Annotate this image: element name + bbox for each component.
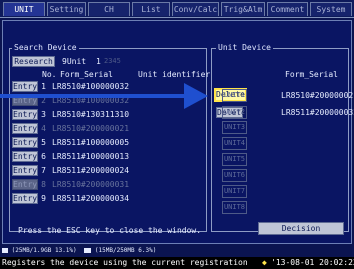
unit-device-title: Unit Device: [216, 43, 273, 52]
row-number: 3: [41, 110, 46, 119]
memory-status: (25MB/1.9GB 13.1%) (15MB/250MB 6.3%): [2, 246, 352, 256]
search-device-title: Search Device: [12, 43, 79, 52]
warning-icon: ◆: [262, 258, 267, 267]
unit-slot-1: UNIT1: [222, 89, 247, 102]
row-serial: LR8511#100000013: [52, 152, 130, 161]
row-serial: LR8511#200000034: [52, 194, 130, 203]
unit-count: 9Unit: [62, 57, 87, 66]
row-number: 9: [41, 194, 46, 203]
tab-trig-alm[interactable]: Trig&Alm: [221, 2, 265, 16]
index-faded: 2345: [104, 57, 121, 65]
entry-button-7[interactable]: Entry: [12, 165, 38, 176]
tab-bar: UNIT Setting CH List Conv/Calc Trig&Alm …: [0, 0, 354, 18]
row-number: 1: [41, 82, 46, 91]
entry-button-3[interactable]: Entry: [12, 109, 38, 120]
unit-slot-3: UNIT3: [222, 121, 247, 134]
unit-slot-8: UNIT8: [222, 201, 247, 214]
unit-serial-1: LR8510#200000021: [281, 91, 354, 100]
row-number: 7: [41, 166, 46, 175]
status-message: Registers the device using the current r…: [2, 258, 248, 267]
unit-slot-2: UNIT2: [222, 106, 247, 119]
unit-serial-2: LR8511#200000032: [281, 108, 354, 117]
message-bar: Registers the device using the current r…: [0, 257, 354, 269]
row-serial: LR8510#200000021: [52, 124, 130, 133]
unit-slot-7: UNIT7: [222, 185, 247, 198]
column-no: No.: [42, 70, 57, 79]
research-button[interactable]: Research: [12, 56, 55, 67]
unit-slot-4: UNIT4: [222, 137, 247, 150]
entry-button-9[interactable]: Entry: [12, 193, 38, 204]
memory-usage-2: (15MB/250MB 6.3%): [94, 247, 157, 254]
unit-slot-5: UNIT5: [222, 153, 247, 166]
decision-button[interactable]: Decision: [258, 222, 344, 235]
column-form-serial: Form_Serial: [60, 70, 113, 79]
pointer-arrow-shaft: [0, 94, 189, 98]
usb-icon: [84, 248, 92, 253]
index-display: 1: [96, 57, 101, 66]
tab-conv-calc[interactable]: Conv/Calc: [172, 2, 219, 16]
row-number: 8: [41, 180, 46, 189]
entry-button-6[interactable]: Entry: [12, 151, 38, 162]
entry-button-8[interactable]: Entry: [12, 179, 38, 190]
entry-button-1[interactable]: Entry: [12, 81, 38, 92]
unit-slot-6: UNIT6: [222, 169, 247, 182]
esc-hint: Press the ESC key to close the window.: [18, 226, 202, 235]
tab-setting[interactable]: Setting: [47, 2, 86, 16]
tab-list[interactable]: List: [132, 2, 170, 16]
column-unit-identifier: Unit identifier: [138, 70, 211, 79]
tab-system[interactable]: System: [310, 2, 352, 16]
row-number: 4: [41, 124, 46, 133]
row-serial: LR8510#100000032: [52, 82, 130, 91]
entry-button-4[interactable]: Entry: [12, 123, 38, 134]
row-serial: LR8510#130311310: [52, 110, 130, 119]
memory-usage: (25MB/1.9GB 13.1%): [11, 247, 77, 254]
row-number: 6: [41, 152, 46, 161]
unit-column-form-serial: Form_Serial: [285, 70, 338, 79]
row-serial: LR8511#100000005: [52, 138, 130, 147]
tab-ch[interactable]: CH: [88, 2, 130, 16]
tab-comment[interactable]: Comment: [267, 2, 308, 16]
entry-button-5[interactable]: Entry: [12, 137, 38, 148]
tab-unit[interactable]: UNIT: [3, 2, 45, 16]
row-serial: LR8511#200000024: [52, 166, 130, 175]
row-serial: LR8510#200000031: [52, 180, 130, 189]
status-datetime: '13-08-01 20:02:22: [271, 258, 354, 267]
row-number: 5: [41, 138, 46, 147]
sd-card-icon: [2, 248, 8, 253]
pointer-arrow-icon: [184, 83, 208, 109]
